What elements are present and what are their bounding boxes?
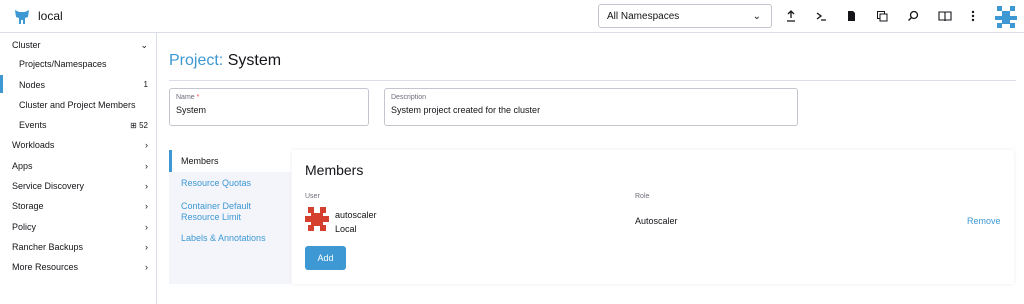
namespace-filter-select[interactable]: All Namespaces ⌄ [598, 4, 772, 28]
sidebar-group-workloads[interactable]: Workloads [12, 140, 54, 150]
page-title-prefix[interactable]: Project: [169, 52, 223, 69]
sidebar-group-apps[interactable]: Apps [12, 161, 33, 171]
chevron-down-icon: ⌄ [752, 11, 761, 22]
user-avatar-icon[interactable] [995, 4, 1017, 28]
member-provider: Local [335, 224, 357, 234]
remove-member-button[interactable]: Remove [967, 216, 1001, 226]
title-divider [169, 80, 1016, 81]
events-count: ⊞ 52 [130, 121, 148, 130]
member-role: Autoscaler [635, 216, 678, 226]
search-icon[interactable] [905, 8, 921, 24]
description-label: Description [391, 94, 427, 101]
top-header: local All Namespaces ⌄ [0, 0, 1024, 33]
chevron-right-icon[interactable]: › [145, 201, 148, 211]
chevron-right-icon[interactable]: › [145, 222, 148, 232]
members-heading: Members [305, 162, 364, 178]
sidebar-item-cluster-project-members[interactable]: Cluster and Project Members [19, 100, 136, 110]
page-title: Project: System [169, 52, 281, 70]
column-header-user: User [305, 193, 320, 200]
member-avatar-icon [305, 207, 329, 231]
tab-members-label[interactable]: Members [181, 156, 219, 167]
description-value: System project created for the cluster [391, 105, 541, 115]
copy-icon[interactable] [874, 8, 890, 24]
namespace-filter-value: All Namespaces [607, 11, 680, 22]
column-header-role: Role [635, 193, 650, 200]
chevron-right-icon[interactable]: › [145, 140, 148, 150]
sidebar-item-projects-namespaces[interactable]: Projects/Namespaces [19, 59, 107, 69]
nodes-count: 1 [143, 80, 148, 89]
chevron-right-icon[interactable]: › [145, 161, 148, 171]
cluster-logo-icon [15, 10, 29, 24]
sidebar-item-nodes[interactable]: Nodes [19, 80, 45, 90]
sidebar-group-rancher-backups[interactable]: Rancher Backups [12, 242, 83, 252]
name-label-text: Name [176, 94, 195, 101]
sidebar-group-service-discovery[interactable]: Service Discovery [12, 181, 84, 191]
description-field[interactable]: Description System project created for t… [384, 88, 798, 126]
file-icon[interactable] [843, 8, 859, 24]
page-title-name: System [227, 52, 282, 69]
member-name: autoscaler [335, 210, 377, 220]
sidebar-group-storage[interactable]: Storage [12, 201, 44, 211]
more-vertical-icon[interactable] [965, 8, 981, 24]
sidebar-group-policy[interactable]: Policy [12, 222, 36, 232]
chevron-right-icon[interactable]: › [145, 242, 148, 252]
tab-container-default[interactable]: Container Default [181, 201, 251, 212]
book-icon[interactable] [937, 8, 953, 24]
sidebar-item-events[interactable]: Events [19, 120, 47, 130]
chevron-down-icon[interactable]: ⌄ [140, 40, 148, 51]
chevron-right-icon[interactable]: › [145, 262, 148, 272]
upload-icon[interactable] [783, 8, 799, 24]
tab-resource-limit[interactable]: Resource Limit [181, 212, 241, 223]
required-marker: * [196, 94, 200, 101]
chevron-right-icon[interactable]: › [145, 181, 148, 191]
active-nav-indicator [0, 75, 3, 93]
sidebar: Cluster ⌄ Projects/Namespaces Nodes 1 Cl… [0, 33, 157, 304]
name-label: Name * [176, 94, 362, 101]
tab-labels-annotations[interactable]: Labels & Annotations [181, 233, 266, 244]
add-member-button[interactable]: Add [305, 246, 346, 270]
sidebar-group-cluster[interactable]: Cluster [12, 40, 41, 50]
sidebar-group-more-resources[interactable]: More Resources [12, 262, 78, 272]
tab-resource-quotas[interactable]: Resource Quotas [181, 178, 251, 189]
terminal-icon[interactable] [813, 8, 829, 24]
history-icon: ⊞ [130, 121, 140, 130]
name-value: System [176, 105, 207, 115]
events-count-value: 52 [139, 121, 148, 130]
name-field[interactable]: Name * System [169, 88, 369, 126]
cluster-name[interactable]: local [38, 9, 63, 23]
